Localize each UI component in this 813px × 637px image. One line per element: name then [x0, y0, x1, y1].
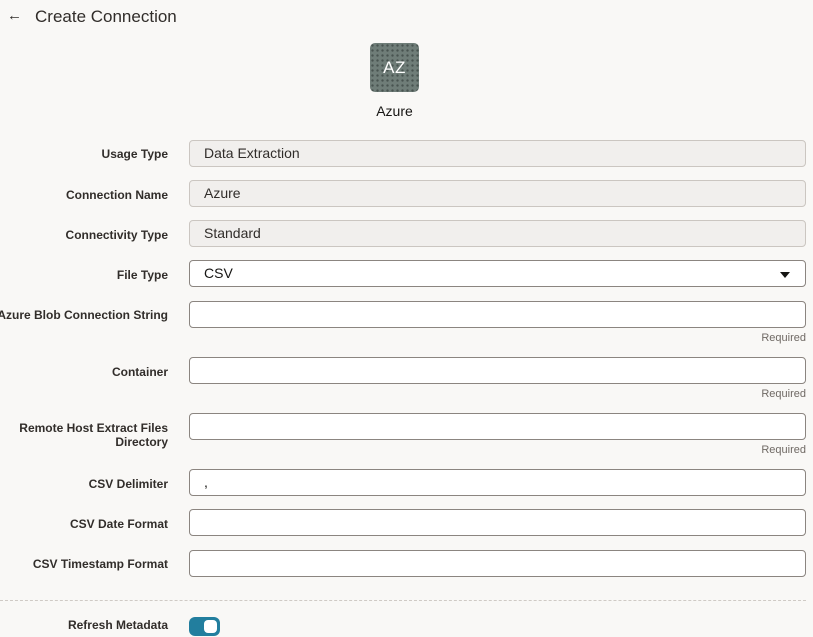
- csv-delimiter-label: CSV Delimiter: [88, 477, 168, 491]
- connectivity-type-field: Standard: [189, 220, 806, 247]
- file-type-select[interactable]: CSV: [189, 260, 806, 287]
- page-header: ← Create Connection: [0, 0, 813, 34]
- usage-type-label: Usage Type: [101, 147, 168, 161]
- csv-timestamp-format-label: CSV Timestamp Format: [32, 557, 168, 571]
- file-type-value: CSV: [204, 265, 233, 281]
- connection-type-icon: AZ: [370, 43, 419, 92]
- remote-host-dir-label: Remote Host Extract Files Directory: [19, 421, 168, 449]
- blob-connection-string-required: Required: [761, 332, 806, 344]
- connection-name-field: Azure: [189, 180, 806, 207]
- blob-connection-string-label: Azure Blob Connection String: [0, 308, 168, 322]
- arrow-left-icon[interactable]: ←: [7, 6, 23, 26]
- connection-name-label: Connection Name: [65, 188, 168, 202]
- csv-date-format-label: CSV Date Format: [69, 517, 168, 531]
- usage-type-field: Data Extraction: [189, 140, 806, 167]
- caret-down-icon: [780, 272, 790, 278]
- refresh-metadata-toggle[interactable]: [189, 617, 220, 636]
- container-input[interactable]: [189, 357, 806, 384]
- container-label: Container: [111, 365, 168, 379]
- connection-icon-text: AZ: [383, 57, 406, 77]
- file-type-label: File Type: [116, 268, 168, 282]
- blob-connection-string-input[interactable]: [189, 301, 806, 328]
- refresh-metadata-label: Refresh Metadata: [67, 618, 168, 632]
- csv-timestamp-format-input[interactable]: [189, 550, 806, 577]
- container-required: Required: [761, 388, 806, 400]
- remote-host-dir-input[interactable]: [189, 413, 806, 440]
- page-title: Create Connection: [35, 7, 177, 26]
- csv-delimiter-input[interactable]: ,: [189, 469, 806, 496]
- section-divider: [0, 600, 806, 601]
- remote-host-dir-required: Required: [761, 444, 806, 456]
- csv-date-format-input[interactable]: [189, 509, 806, 536]
- connection-type-name: Azure: [376, 103, 413, 119]
- connectivity-type-label: Connectivity Type: [65, 228, 168, 242]
- toggle-knob: [204, 620, 217, 633]
